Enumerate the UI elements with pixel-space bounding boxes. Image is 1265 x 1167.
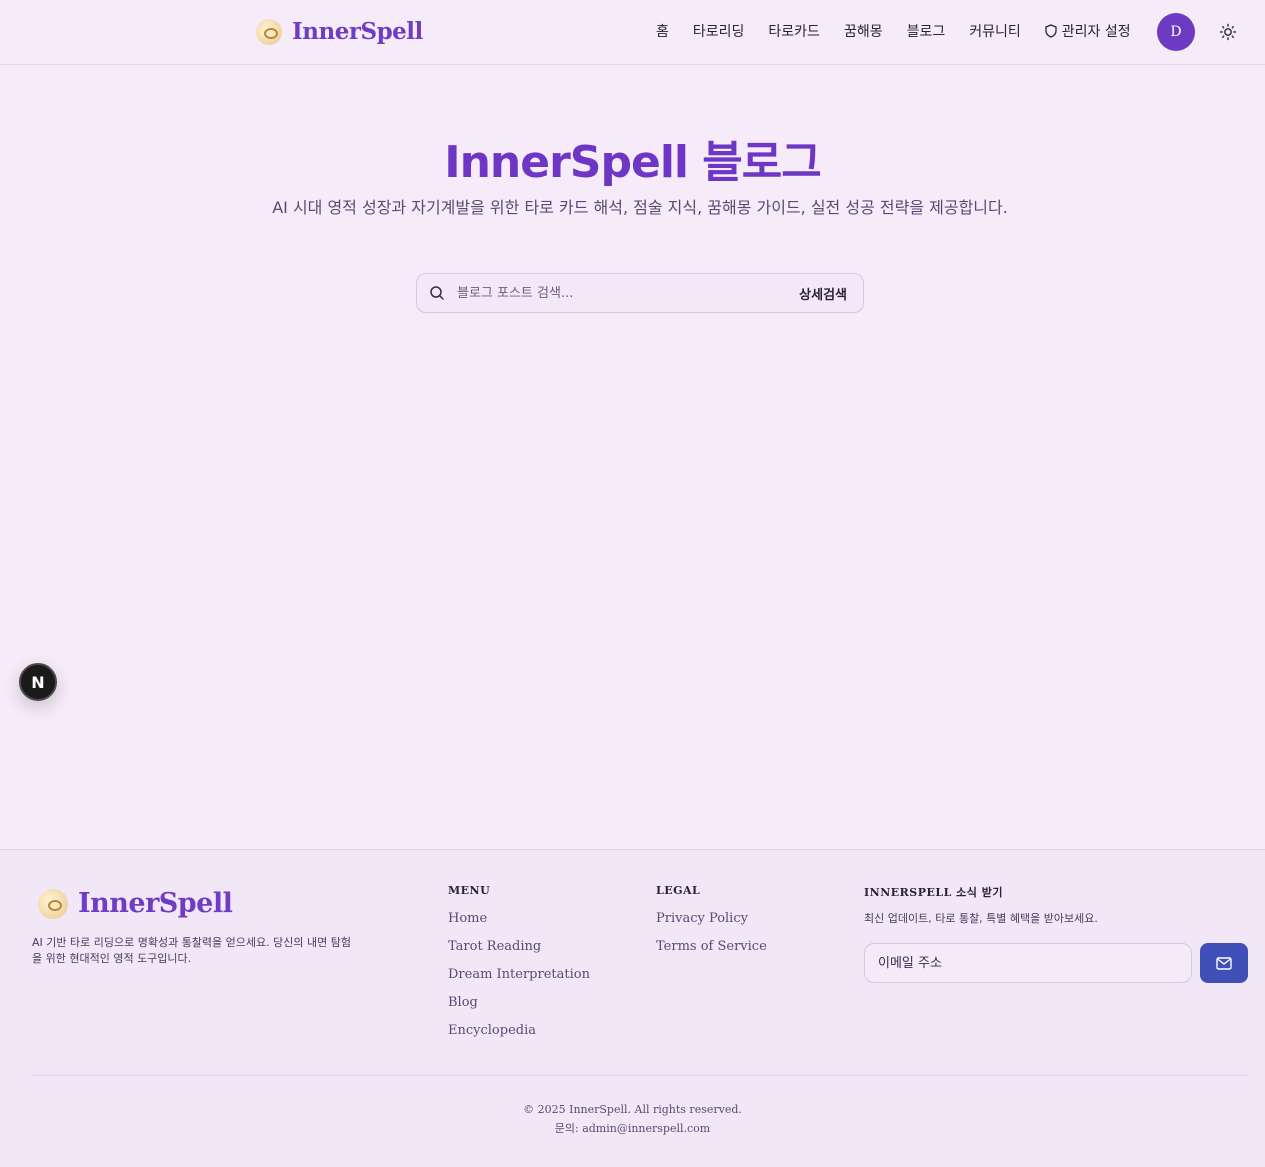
nav-admin-settings[interactable]: 관리자 설정 xyxy=(1045,21,1131,41)
footer-link-tarot-reading[interactable]: Tarot Reading xyxy=(448,939,541,954)
email-field[interactable] xyxy=(864,943,1192,983)
main-nav: 홈 타로리딩 타로카드 꿈해몽 블로그 커뮤니티 관리자 설정 xyxy=(656,20,1131,42)
legal-heading: LEGAL xyxy=(656,884,701,897)
site-footer: InnerSpell AI 기반 타로 리딩으로 명확성과 통찰력을 얻으세요.… xyxy=(0,849,1265,1167)
eye-logo-icon xyxy=(256,18,282,45)
footer-link-encyclopedia[interactable]: Encyclopedia xyxy=(448,1023,536,1038)
footer-link-dream[interactable]: Dream Interpretation xyxy=(448,967,590,982)
nav-dream[interactable]: 꿈해몽 xyxy=(844,21,883,41)
footer-link-terms[interactable]: Terms of Service xyxy=(656,939,767,954)
page-title: InnerSpell 블로그 xyxy=(444,137,822,188)
nav-blog[interactable]: 블로그 xyxy=(907,21,946,41)
search-icon xyxy=(430,286,444,300)
shield-icon xyxy=(1045,24,1057,38)
footer-bottom: © 2025 InnerSpell. All rights reserved. … xyxy=(0,1100,1265,1138)
n-dev-badge[interactable]: N xyxy=(19,663,57,701)
contact-text: 문의: admin@innerspell.com xyxy=(554,1122,711,1135)
nav-tarot-cards[interactable]: 타로카드 xyxy=(768,21,820,41)
menu-heading: MENU xyxy=(448,884,491,897)
mail-icon xyxy=(1216,956,1232,970)
footer-link-blog[interactable]: Blog xyxy=(448,995,478,1010)
footer-divider xyxy=(32,1075,1248,1076)
user-avatar[interactable]: D xyxy=(1157,13,1195,51)
copyright-text: © 2025 InnerSpell. All rights reserved. xyxy=(523,1103,742,1116)
header-logo[interactable]: InnerSpell xyxy=(256,18,423,45)
advanced-search-button[interactable]: 상세검색 xyxy=(799,284,847,303)
nav-home[interactable]: 홈 xyxy=(656,21,669,41)
search-input[interactable] xyxy=(457,285,800,301)
nav-community[interactable]: 커뮤니티 xyxy=(969,21,1021,41)
subscribe-button[interactable] xyxy=(1200,943,1248,983)
newsletter-description: 최신 업데이트, 타로 통찰, 특별 혜택을 받아보세요. xyxy=(864,912,1098,925)
newsletter-heading: INNERSPELL 소식 받기 xyxy=(864,886,1003,899)
page-description: AI 시대 영적 성장과 자기계발을 위한 타로 카드 해석, 점술 지식, 꿈… xyxy=(272,198,1008,217)
site-header: InnerSpell 홈 타로리딩 타로카드 꿈해몽 블로그 커뮤니티 관리자 … xyxy=(0,0,1265,65)
eye-logo-icon xyxy=(38,888,68,919)
sun-icon[interactable] xyxy=(1219,23,1237,41)
footer-logo-text: InnerSpell xyxy=(78,888,233,919)
admin-label: 관리자 설정 xyxy=(1061,24,1131,40)
logo-text: InnerSpell xyxy=(292,18,423,45)
footer-link-privacy[interactable]: Privacy Policy xyxy=(656,911,748,926)
footer-logo[interactable]: InnerSpell xyxy=(38,888,233,919)
nav-tarot-reading[interactable]: 타로리딩 xyxy=(693,21,745,41)
footer-link-home[interactable]: Home xyxy=(448,911,487,926)
footer-description: AI 기반 타로 리딩으로 명확성과 통찰력을 얻으세요. 당신의 내면 탐험을… xyxy=(32,936,351,965)
blog-search-bar: 상세검색 xyxy=(416,273,864,313)
